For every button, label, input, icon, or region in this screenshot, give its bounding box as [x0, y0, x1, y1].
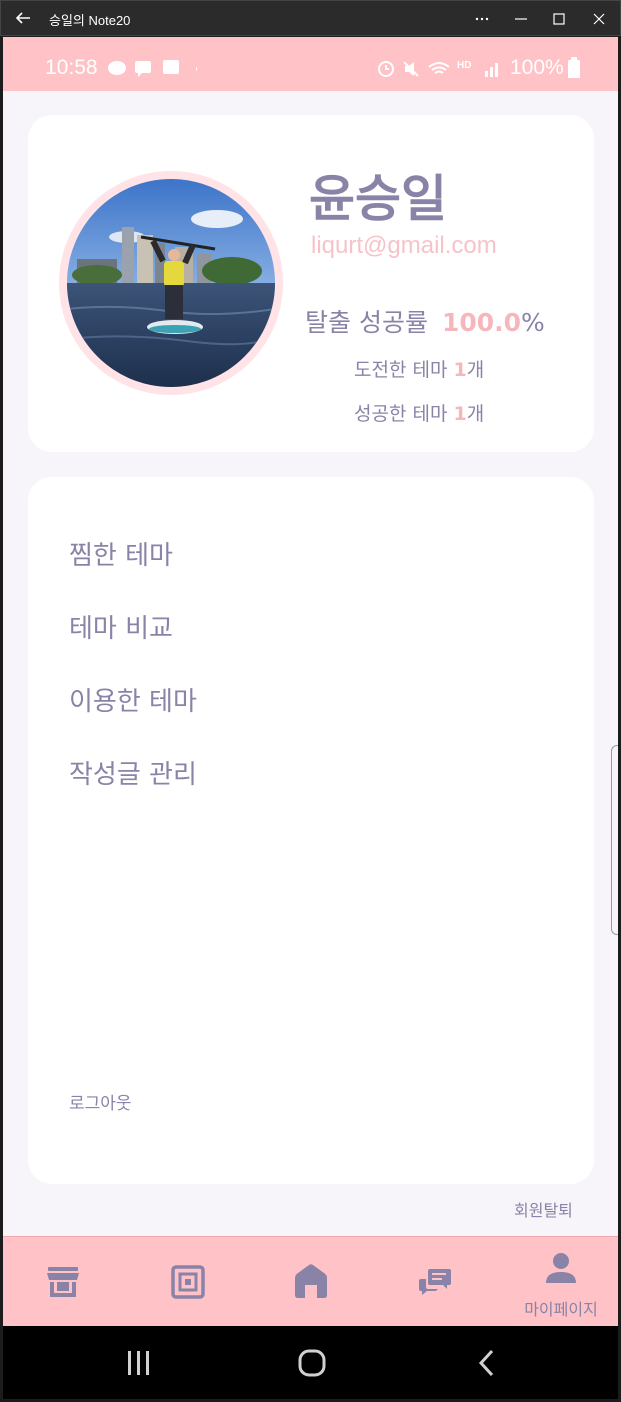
logout-button[interactable]: 로그아웃 [69, 1089, 132, 1114]
nav-frame[interactable] [138, 1237, 238, 1327]
nav-chat[interactable] [384, 1237, 484, 1327]
home-button-icon[interactable] [297, 1348, 327, 1378]
nav-home[interactable] [261, 1237, 361, 1327]
notification-icons [108, 60, 197, 77]
scrollbar-handle[interactable] [611, 745, 618, 935]
success-rate-value: 100.0 [441, 308, 522, 337]
menu-item-compare-themes[interactable]: 테마 비교 [69, 608, 173, 645]
challenged-themes: 도전한 테마 1개 [354, 355, 484, 382]
success-rate-unit: % [521, 308, 545, 337]
battery-icon [568, 57, 580, 78]
phone-screen: 10:58 HD 100% 윤승일 liqurt@gmail.com 탈출 성공… [3, 37, 618, 1399]
close-icon[interactable] [587, 7, 611, 31]
nav-mypage-label: 마이페이지 [524, 1300, 598, 1319]
success-rate: 탈출 성공률 100.0% [305, 303, 545, 339]
back-button-icon[interactable] [473, 1348, 503, 1378]
frame-icon [171, 1265, 205, 1299]
status-bar: 10:58 HD 100% [3, 37, 618, 91]
profile-name: 윤승일 [309, 170, 447, 228]
succeeded-unit: 개 [466, 403, 485, 425]
status-time: 10:58 [45, 56, 98, 79]
minimize-icon[interactable] [509, 7, 533, 31]
chat-icon [419, 1269, 451, 1295]
system-status-icons: HD [378, 60, 498, 77]
menu-item-liked-themes[interactable]: 찜한 테마 [69, 535, 173, 572]
challenged-count: 1 [453, 359, 467, 381]
nav-mypage[interactable]: 마이페이지 [506, 1237, 616, 1327]
succeeded-themes: 성공한 테마 1개 [354, 399, 484, 426]
more-icon[interactable] [471, 7, 495, 31]
maximize-icon[interactable] [547, 7, 571, 31]
recent-apps-icon[interactable] [124, 1348, 154, 1378]
succeeded-count: 1 [453, 403, 467, 425]
challenged-unit: 개 [466, 359, 485, 381]
home-icon [295, 1264, 327, 1298]
menu-card: 찜한 테마 테마 비교 이용한 테마 작성글 관리 로그아웃 [28, 477, 594, 1184]
bottom-nav: 마이페이지 [3, 1236, 618, 1326]
system-nav-bar [3, 1326, 618, 1399]
battery-level: 100% [510, 56, 564, 79]
nav-store[interactable] [15, 1237, 115, 1327]
success-rate-label: 탈출 성공률 [305, 308, 428, 337]
avatar-photo [67, 179, 275, 387]
avatar-ring [59, 171, 283, 395]
profile-card: 윤승일 liqurt@gmail.com 탈출 성공률 100.0% 도전한 테마… [28, 115, 594, 452]
menu-item-used-themes[interactable]: 이용한 테마 [69, 681, 197, 718]
avatar[interactable] [67, 179, 275, 387]
challenged-label: 도전한 테마 [354, 359, 448, 381]
person-icon [546, 1253, 576, 1283]
menu-item-my-posts[interactable]: 작성글 관리 [69, 754, 197, 791]
back-arrow-icon[interactable] [13, 8, 33, 28]
store-icon [47, 1267, 79, 1297]
window-title-bar: 승일의 Note20 [0, 0, 621, 36]
profile-email: liqurt@gmail.com [311, 232, 497, 259]
withdraw-button[interactable]: 회원탈퇴 [514, 1197, 573, 1221]
svg-text:HD: HD [457, 60, 471, 71]
succeeded-label: 성공한 테마 [354, 403, 448, 425]
window-title: 승일의 Note20 [49, 13, 131, 28]
